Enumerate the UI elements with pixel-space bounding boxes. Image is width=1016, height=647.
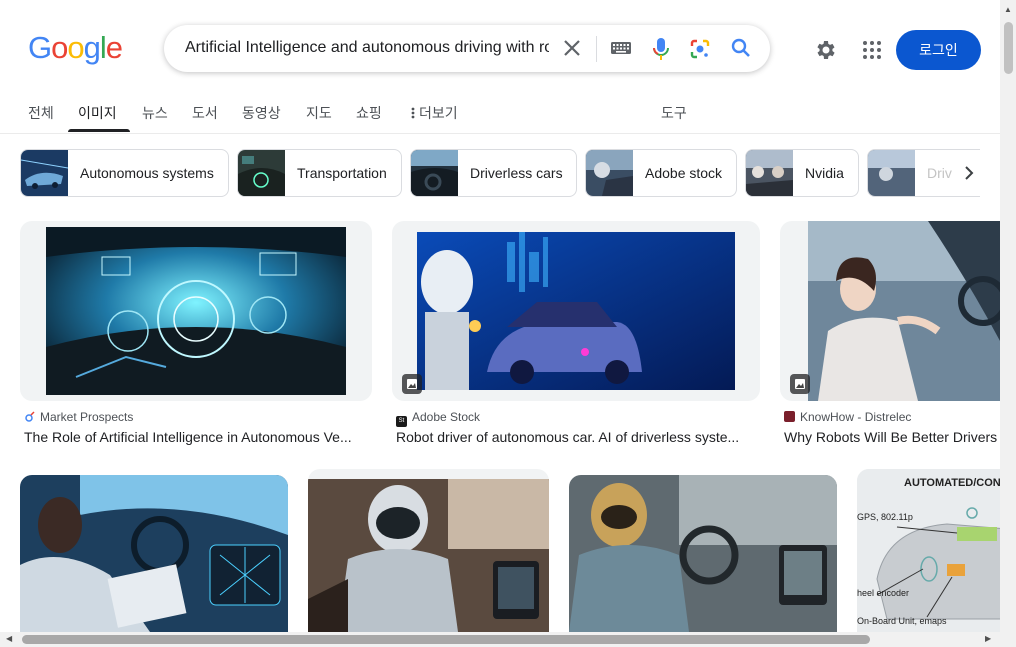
gear-icon xyxy=(817,41,835,59)
search-box[interactable]: Artificial Intelligence and autonomous d… xyxy=(164,25,770,72)
scroll-left-arrow-icon[interactable]: ◀ xyxy=(6,634,12,643)
chip-label: Driv xyxy=(927,165,952,181)
chip-label: Adobe stock xyxy=(645,165,723,181)
result-title[interactable]: The Role of Artificial Intelligence in A… xyxy=(24,429,368,445)
chip-thumbnail xyxy=(746,150,793,196)
result-source-name: Adobe Stock xyxy=(412,410,481,424)
chip-nvidia[interactable]: Nvidia xyxy=(745,149,859,197)
chip-driverless-cars[interactable]: Driverless cars xyxy=(410,149,577,197)
search-icon xyxy=(731,38,750,57)
result-source[interactable]: Market Prospects xyxy=(24,410,133,424)
clear-button[interactable] xyxy=(561,37,583,59)
result-image xyxy=(417,232,735,390)
image-thumbnail-frame[interactable] xyxy=(392,221,760,401)
image-thumbnail-frame[interactable] xyxy=(20,475,288,632)
diagram-label: heel encoder xyxy=(857,588,910,598)
image-thumbnail-frame[interactable] xyxy=(20,221,372,401)
google-logo[interactable]: Google xyxy=(28,30,123,66)
search-divider xyxy=(596,36,597,62)
chip-label: Nvidia xyxy=(805,165,844,181)
result-title[interactable]: Robot driver of autonomous car. AI of dr… xyxy=(396,429,756,445)
tab-all[interactable]: 전체 xyxy=(28,103,54,123)
logo-letter: o xyxy=(51,30,68,65)
chip-thumbnail xyxy=(586,150,633,196)
diagram-label: On-Board Unit, emaps xyxy=(857,616,947,626)
chip-thumbnail xyxy=(411,150,458,196)
active-tab-indicator xyxy=(68,129,130,132)
more-vert-icon xyxy=(411,107,415,119)
result-image xyxy=(20,475,288,632)
result-image xyxy=(569,475,837,632)
diagram-label: GPS, 802.11p xyxy=(857,512,913,522)
vertical-scroll-thumb[interactable] xyxy=(1004,22,1013,74)
tab-news[interactable]: 뉴스 xyxy=(142,103,168,123)
tab-videos[interactable]: 동영상 xyxy=(242,103,281,123)
chip-thumbnail xyxy=(238,150,285,196)
tab-maps[interactable]: 지도 xyxy=(306,103,332,123)
tab-more-label: 더보기 xyxy=(419,105,458,121)
tab-tools[interactable]: 도구 xyxy=(661,103,687,123)
result-source[interactable]: KnowHow - Distrelec xyxy=(784,410,911,424)
search-input[interactable]: Artificial Intelligence and autonomous d… xyxy=(185,39,549,57)
header: Google Artificial Intelligence and auton… xyxy=(0,0,1000,98)
logo-letter: e xyxy=(105,30,123,65)
scroll-right-arrow-icon[interactable]: ▶ xyxy=(985,634,991,643)
close-icon xyxy=(564,40,580,56)
chip-adobe-stock[interactable]: Adobe stock xyxy=(585,149,737,197)
keyboard-button[interactable] xyxy=(610,40,632,56)
logo-letter: o xyxy=(67,30,84,65)
vertical-scrollbar[interactable] xyxy=(1000,0,1016,647)
tab-books[interactable]: 도서 xyxy=(192,103,218,123)
image-type-badge xyxy=(402,374,422,394)
tab-images[interactable]: 이미지 xyxy=(78,103,117,123)
adobe-stock-favicon-icon: St xyxy=(396,416,407,427)
chip-thumbnail xyxy=(868,150,915,196)
chevron-right-icon xyxy=(965,166,974,180)
google-apps-button[interactable] xyxy=(862,40,882,60)
keyboard-icon xyxy=(611,42,631,54)
chip-label: Autonomous systems xyxy=(80,165,214,181)
horizontal-scroll-thumb[interactable] xyxy=(22,635,870,644)
scroll-up-arrow-icon[interactable]: ▲ xyxy=(1004,5,1012,14)
chip-transportation[interactable]: Transportation xyxy=(237,149,402,197)
logo-letter: G xyxy=(28,30,52,65)
result-image xyxy=(857,469,1016,632)
image-icon xyxy=(407,379,417,389)
chip-autonomous-systems[interactable]: Autonomous systems xyxy=(20,149,229,197)
result-image xyxy=(808,221,1000,401)
chip-label: Driverless cars xyxy=(470,165,563,181)
result-source-name: KnowHow - Distrelec xyxy=(800,410,912,424)
result-title[interactable]: Why Robots Will Be Better Drivers xyxy=(784,429,1000,445)
tab-shopping[interactable]: 쇼핑 xyxy=(356,103,382,123)
image-thumbnail-frame[interactable]: AUTOMATED/CONN GPS, 802.11p heel encoder… xyxy=(857,469,1016,632)
voice-search-button[interactable] xyxy=(651,36,671,62)
image-search-button[interactable] xyxy=(689,38,711,60)
tab-more[interactable]: 더보기 xyxy=(410,103,458,123)
chips-next-button[interactable] xyxy=(955,163,981,183)
image-thumbnail-frame[interactable] xyxy=(569,475,837,632)
google-lens-icon xyxy=(690,39,710,59)
settings-button[interactable] xyxy=(814,38,838,62)
login-button[interactable]: 로그인 xyxy=(896,30,981,70)
image-type-badge xyxy=(790,374,810,394)
logo-letter: g xyxy=(83,30,101,65)
chip-thumbnail xyxy=(21,150,68,196)
market-prospects-favicon-icon xyxy=(25,411,35,422)
image-icon xyxy=(795,379,805,389)
result-source[interactable]: St Adobe Stock xyxy=(396,410,480,427)
microphone-icon xyxy=(653,38,669,60)
diagram-heading: AUTOMATED/CONN xyxy=(904,477,1009,489)
result-image xyxy=(46,227,346,395)
apps-grid-icon xyxy=(863,41,881,59)
search-button[interactable] xyxy=(730,37,752,59)
knowhow-favicon-icon xyxy=(784,411,795,422)
image-thumbnail-frame[interactable] xyxy=(308,469,549,632)
result-source-name: Market Prospects xyxy=(40,410,134,424)
image-thumbnail-frame[interactable] xyxy=(780,221,1016,401)
chip-label: Transportation xyxy=(297,165,387,181)
result-image xyxy=(308,479,549,632)
search-tabs: 전체 이미지 뉴스 도서 동영상 지도 쇼핑 더보기 도구 xyxy=(0,98,1000,134)
related-searches: Autonomous systems Transportation Driver… xyxy=(20,149,980,197)
